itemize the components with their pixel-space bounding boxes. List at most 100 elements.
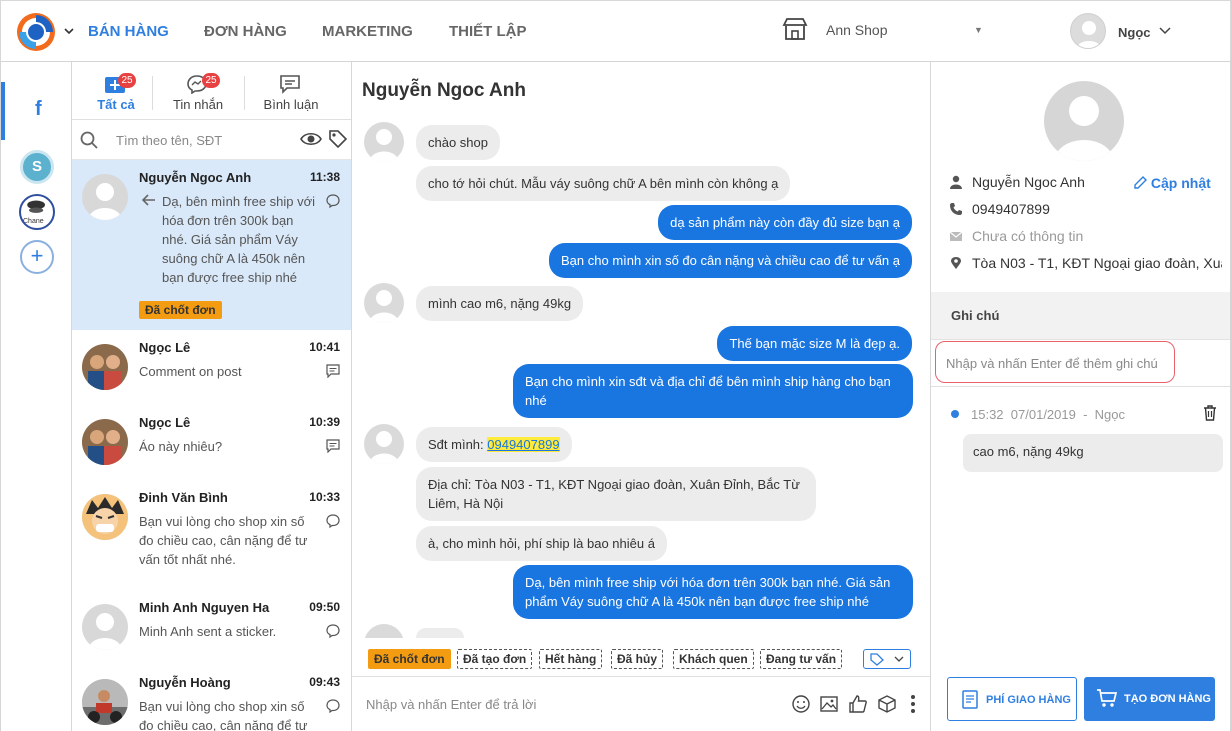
message-thread[interactable]: chào shop cho tớ hỏi chút. Mẫu váy suông… xyxy=(352,118,930,638)
conversation-name: Minh Anh Nguyen Ha xyxy=(139,600,270,615)
eye-icon[interactable] xyxy=(300,131,322,147)
channel-facebook[interactable]: f xyxy=(1,82,71,140)
note-input[interactable]: Nhập và nhấn Enter để thêm ghi chú xyxy=(935,341,1175,383)
facebook-icon: f xyxy=(35,98,42,120)
avatar xyxy=(82,494,128,540)
user-name[interactable]: Ngọc xyxy=(1118,25,1151,40)
message-incoming: chào shop xyxy=(416,125,500,160)
tag-menu-button[interactable] xyxy=(863,649,911,669)
conversation-item[interactable]: Nguyễn Hoàng 09:43 Bạn vui lòng cho shop… xyxy=(72,665,351,731)
conversation-item[interactable]: Ngọc Lê 10:41 Comment on post xyxy=(72,330,351,405)
avatar xyxy=(364,122,404,162)
nav-orders[interactable]: ĐƠN HÀNG xyxy=(204,23,287,40)
avatar xyxy=(82,604,128,650)
tab-messages-label: Tin nhắn xyxy=(172,97,224,112)
tag-created[interactable]: Đã tạo đơn xyxy=(457,649,533,669)
chevron-down-icon[interactable] xyxy=(1159,26,1171,36)
customer-address: Tòa N03 - T1, KĐT Ngoại giao đoàn, Xuân … xyxy=(972,255,1222,271)
customer-phone-row: 0949407899 xyxy=(949,200,1219,220)
conversation-name: Đinh Văn Bình xyxy=(139,490,228,505)
tag-regular[interactable]: Khách quen xyxy=(673,649,754,669)
product-icon[interactable] xyxy=(877,694,897,714)
reply-composer[interactable]: Nhập và nhấn Enter để trả lời xyxy=(352,676,930,731)
image-icon[interactable] xyxy=(819,694,839,714)
tag-closed[interactable]: Đã chốt đơn xyxy=(368,649,451,669)
tag-cancelled[interactable]: Đã hủy xyxy=(611,649,664,669)
messenger-icon xyxy=(326,699,340,713)
shop-caret-icon[interactable]: ▼ xyxy=(974,25,983,35)
nav-settings[interactable]: THIẾT LẬP xyxy=(449,23,527,40)
customer-email-row: Chưa có thông tin xyxy=(949,227,1219,247)
conversation-item[interactable]: Nguyễn Ngoc Anh 11:38 Dạ, bên mình free … xyxy=(72,160,351,330)
chat-panel: Nguyễn Ngoc Anh chào shop cho tớ hỏi chú… xyxy=(352,62,930,731)
tag-out-of-stock[interactable]: Hết hàng xyxy=(539,649,603,669)
channel-s[interactable]: S xyxy=(20,150,54,184)
user-icon xyxy=(950,175,962,189)
trash-icon[interactable] xyxy=(1203,405,1217,421)
like-icon[interactable] xyxy=(848,694,868,714)
chevron-down-icon[interactable] xyxy=(63,25,75,37)
add-channel-button[interactable]: + xyxy=(20,240,54,274)
top-bar: BÁN HÀNG ĐƠN HÀNG MARKETING THIẾT LẬP An… xyxy=(0,0,1231,62)
tab-comments-label: Bình luận xyxy=(263,97,319,112)
channel-chane[interactable]: Chane xyxy=(19,194,55,230)
update-button[interactable]: Cập nhật xyxy=(1134,175,1211,191)
message-text: Sđt mình: xyxy=(428,437,488,452)
avatar xyxy=(364,424,404,464)
note-time: 15:32 xyxy=(971,407,1004,422)
message-outgoing: Dạ, bên mình free ship với hóa đơn trên … xyxy=(513,565,913,619)
avatar xyxy=(82,679,128,725)
conversation-preview: Comment on post xyxy=(139,364,242,379)
tag-icon xyxy=(870,653,884,666)
avatar xyxy=(364,624,404,638)
conversation-name: Ngọc Lê xyxy=(139,415,191,430)
conversation-item[interactable]: Ngọc Lê 10:39 Áo này nhiêu? xyxy=(72,405,351,480)
tab-all-badge: 25 xyxy=(118,73,136,88)
notes-header: Ghi chú xyxy=(931,292,1230,340)
tag-consulting[interactable]: Đang tư vấn xyxy=(760,649,843,669)
status-tag: Đã chốt đơn xyxy=(139,301,222,319)
app-logo-icon[interactable] xyxy=(15,11,57,53)
tab-messages[interactable]: 25 Tin nhắn xyxy=(162,62,234,120)
emoji-icon[interactable] xyxy=(791,694,811,714)
user-avatar[interactable] xyxy=(1070,13,1106,49)
messenger-icon xyxy=(326,514,340,528)
notes-title: Ghi chú xyxy=(951,308,1000,323)
phone-link[interactable]: 0949407899 xyxy=(487,437,560,452)
conversation-item[interactable]: Đinh Văn Bình 10:33 Bạn vui lòng cho sho… xyxy=(72,480,351,590)
channel-chane-label: Chane xyxy=(23,218,44,225)
cart-icon xyxy=(1097,689,1118,707)
shipping-fee-button[interactable]: PHÍ GIAO HÀNG xyxy=(947,677,1077,721)
message-incoming: mình cao m6, nặng 49kg xyxy=(416,286,584,321)
tab-all[interactable]: 25 Tất cả xyxy=(82,62,150,120)
comment-icon xyxy=(280,75,300,94)
avatar xyxy=(364,283,404,323)
store-icon xyxy=(782,18,808,40)
reply-input[interactable]: Nhập và nhấn Enter để trả lời xyxy=(366,697,536,712)
note-meta: 15:32 07/01/2019 - Ngọc xyxy=(971,407,1125,422)
more-icon[interactable] xyxy=(908,694,918,714)
tag-filter-icon[interactable] xyxy=(328,129,348,149)
edit-icon xyxy=(1134,176,1147,189)
customer-address-row: Tòa N03 - T1, KĐT Ngoại giao đoàn, Xuân … xyxy=(949,254,1222,274)
conversation-preview: Dạ, bên mình free ship với hóa đơn trên … xyxy=(162,194,316,285)
search-icon xyxy=(80,131,98,149)
nav-marketing[interactable]: MARKETING xyxy=(322,23,413,40)
tab-comments[interactable]: Bình luận xyxy=(254,62,328,120)
conversation-preview: Minh Anh sent a sticker. xyxy=(139,624,277,639)
shipping-fee-label: PHÍ GIAO HÀNG xyxy=(986,694,1071,706)
message-outgoing: Bạn cho mình xin số đo cân nặng và chiều… xyxy=(549,243,912,278)
conversation-name: Ngọc Lê xyxy=(139,340,191,355)
phone-icon xyxy=(950,203,962,215)
conversation-preview: Bạn vui lòng cho shop xin số đo chiều ca… xyxy=(139,514,308,567)
comment-icon xyxy=(326,364,340,378)
message-incoming: Địa chỉ: Tòa N03 - T1, KĐT Ngoại giao đo… xyxy=(416,467,816,521)
search-input[interactable]: Tìm theo tên, SĐT xyxy=(116,133,222,148)
message-incoming: cho tớ hỏi chút. Mẫu váy suông chữ A bên… xyxy=(416,166,791,201)
customer-avatar xyxy=(1044,81,1124,161)
create-order-button[interactable]: TẠO ĐƠN HÀNG xyxy=(1084,677,1215,721)
nav-sales[interactable]: BÁN HÀNG xyxy=(88,23,169,40)
email-icon xyxy=(949,231,963,241)
shop-selector[interactable]: Ann Shop xyxy=(826,22,888,38)
conversation-item[interactable]: Minh Anh Nguyen Ha 09:50 Minh Anh sent a… xyxy=(72,590,351,665)
